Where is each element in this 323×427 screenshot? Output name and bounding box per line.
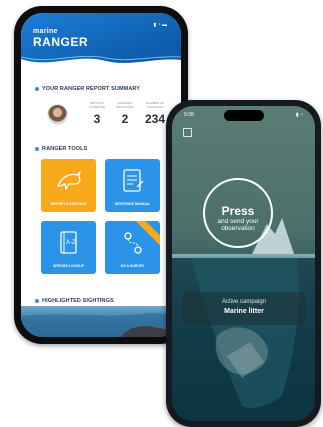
- brand-title: RANGER: [33, 35, 89, 49]
- tile-species-lookup[interactable]: A-Z SPECIES LOOKUP: [41, 221, 96, 274]
- brand-small: marine: [33, 28, 58, 35]
- phone-screen: 9:38 ▮ ◔ Press and send your observation…: [172, 106, 315, 421]
- route-icon: [124, 232, 142, 254]
- dolphin-icon: [57, 171, 81, 190]
- sea-image: [21, 313, 181, 337]
- phone-screen: marine RANGER ▮ ◔ ▬ YOUR RANGER REPORT S…: [21, 13, 181, 337]
- highlighted-sightings-title: HIGHLIGHTED SIGHTINGS: [42, 298, 114, 304]
- svg-text:A-Z: A-Z: [66, 240, 76, 246]
- manual-icon: [123, 169, 144, 192]
- tile-label: SIGHTINGS MANUAL: [114, 202, 151, 206]
- section-dot: [35, 87, 39, 91]
- tile-sightings-manual[interactable]: SIGHTINGS MANUAL: [105, 159, 160, 212]
- stat-label-reports: REPORTS ACCEPTED: [88, 101, 106, 109]
- section-dot: [35, 299, 39, 303]
- avatar[interactable]: [47, 104, 68, 125]
- stat-value-reports: 3: [93, 112, 101, 126]
- stat-label-sightings: NUMBER OF SIGHTINGS: [146, 101, 164, 109]
- campaign-caption: Active campaign: [221, 299, 267, 305]
- report-summary-title: YOUR RANGER REPORT SUMMARY: [42, 86, 141, 92]
- tile-label: SPECIES LOOKUP: [52, 264, 85, 268]
- tile-label: DO A SURVEY: [120, 264, 145, 268]
- header-wave: [21, 55, 181, 73]
- press-subtitle: and send your observation: [217, 218, 259, 232]
- tile-label: REPORT A SIGHTING: [50, 202, 87, 206]
- stat-value-rangers: 2: [121, 112, 129, 126]
- campaign-name: Marine litter: [224, 308, 264, 315]
- tile-do-survey[interactable]: DO A SURVEY: [105, 221, 160, 274]
- status-icons: ▮ ◔ ▬: [153, 22, 167, 28]
- sighting-photo[interactable]: [21, 306, 181, 337]
- phone-observation: 9:38 ▮ ◔ Press and send your observation…: [166, 100, 321, 427]
- iceberg-scene: [172, 218, 315, 421]
- section-dot: [35, 147, 39, 151]
- press-label: Press: [221, 204, 255, 218]
- stat-label-rangers: RANGERS RECRUITED: [116, 101, 134, 109]
- phone-marine-ranger: marine RANGER ▮ ◔ ▬ YOUR RANGER REPORT S…: [14, 6, 188, 344]
- ranger-tools-title: RANGER TOOLS: [42, 146, 88, 152]
- tile-report-sighting[interactable]: REPORT A SIGHTING: [41, 159, 96, 212]
- book-icon: A-Z: [60, 231, 77, 254]
